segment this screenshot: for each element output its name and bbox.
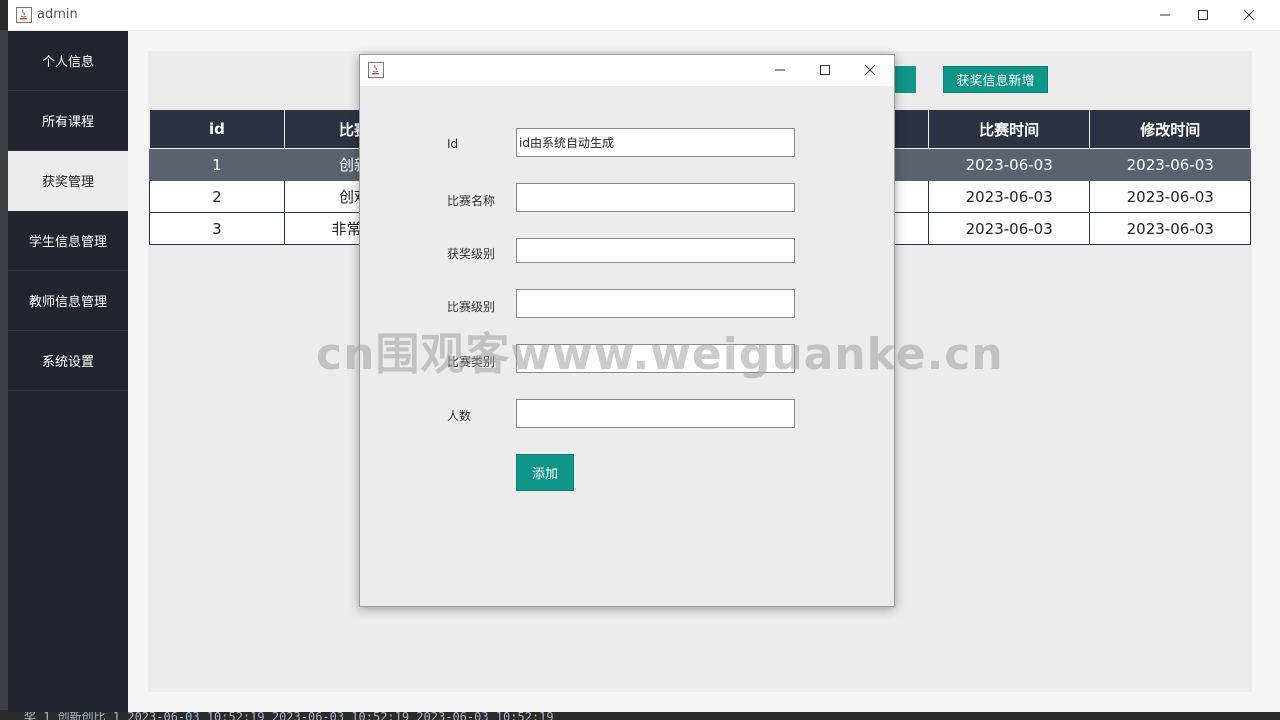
minimize-icon [1160, 14, 1170, 16]
sidebar-item-label: 个人信息 [41, 55, 94, 70]
cell-match-time: 2023-06-03 [927, 180, 1091, 213]
column-header-modify-time[interactable]: 修改时间 [1089, 109, 1251, 149]
sidebar-item-students[interactable]: 学生信息管理 [8, 211, 128, 271]
maximize-icon [1198, 10, 1208, 20]
java-coffee-icon [16, 7, 32, 23]
desktop-gutter [0, 30, 8, 710]
cell-modify-time: 2023-06-03 [1089, 212, 1251, 245]
column-header-id[interactable]: id [149, 109, 285, 149]
window-title: admin [37, 7, 78, 22]
maximize-icon [820, 65, 830, 75]
id-field[interactable] [516, 128, 795, 157]
cell-id: 1 [149, 148, 285, 181]
close-icon [864, 64, 876, 76]
add-button[interactable]: 添加 [516, 454, 574, 491]
add-award-dialog: Id 比赛名称 获奖级别 比赛级别 比赛类别 人数 添加 [359, 54, 895, 607]
id-label: Id [447, 137, 459, 151]
sidebar-item-teachers[interactable]: 教师信息管理 [8, 271, 128, 331]
sidebar-item-awards[interactable]: 获奖管理 [8, 151, 128, 211]
award-level-field[interactable] [516, 238, 795, 263]
dialog-close-button[interactable] [848, 55, 892, 85]
headcount-label: 人数 [447, 409, 472, 423]
sidebar-item-courses[interactable]: 所有课程 [8, 91, 128, 151]
match-category-label: 比赛类别 [447, 355, 496, 369]
add-award-button[interactable]: 获奖信息新增 [943, 66, 1048, 93]
match-name-label: 比赛名称 [447, 194, 496, 208]
column-header-match-time[interactable]: 比赛时间 [927, 109, 1091, 149]
sidebar-item-label: 学生信息管理 [28, 235, 107, 250]
cell-modify-time: 2023-06-03 [1089, 180, 1251, 213]
sidebar-item-label: 所有课程 [41, 115, 94, 130]
match-level-field[interactable] [516, 289, 795, 318]
sidebar-item-label: 获奖管理 [41, 175, 94, 190]
sidebar-item-label: 教师信息管理 [28, 295, 107, 310]
close-icon [1243, 9, 1255, 21]
headcount-field[interactable] [516, 399, 795, 428]
close-button[interactable] [1226, 0, 1272, 30]
minimize-icon [775, 69, 785, 71]
dialog-maximize-button[interactable] [803, 55, 847, 85]
match-category-field[interactable] [516, 344, 795, 373]
sidebar-item-label: 系统设置 [41, 355, 94, 370]
sidebar-item-profile[interactable]: 个人信息 [8, 31, 128, 91]
cell-id: 2 [149, 180, 285, 213]
dialog-minimize-button[interactable] [758, 55, 802, 85]
dialog-title-bar [360, 55, 894, 86]
match-level-label: 比赛级别 [447, 300, 496, 314]
java-coffee-icon [368, 62, 384, 78]
award-level-label: 获奖级别 [447, 247, 496, 261]
cell-modify-time: 2023-06-03 [1089, 148, 1251, 181]
cell-match-time: 2023-06-03 [927, 212, 1091, 245]
cell-match-time: 2023-06-03 [927, 148, 1091, 181]
sidebar-item-settings[interactable]: 系统设置 [8, 331, 128, 391]
title-bar: admin [8, 0, 1280, 31]
sidebar: 个人信息 所有课程 获奖管理 学生信息管理 教师信息管理 系统设置 [8, 31, 128, 712]
cell-id: 3 [149, 212, 285, 245]
match-name-field[interactable] [516, 183, 795, 212]
maximize-button[interactable] [1180, 0, 1226, 30]
